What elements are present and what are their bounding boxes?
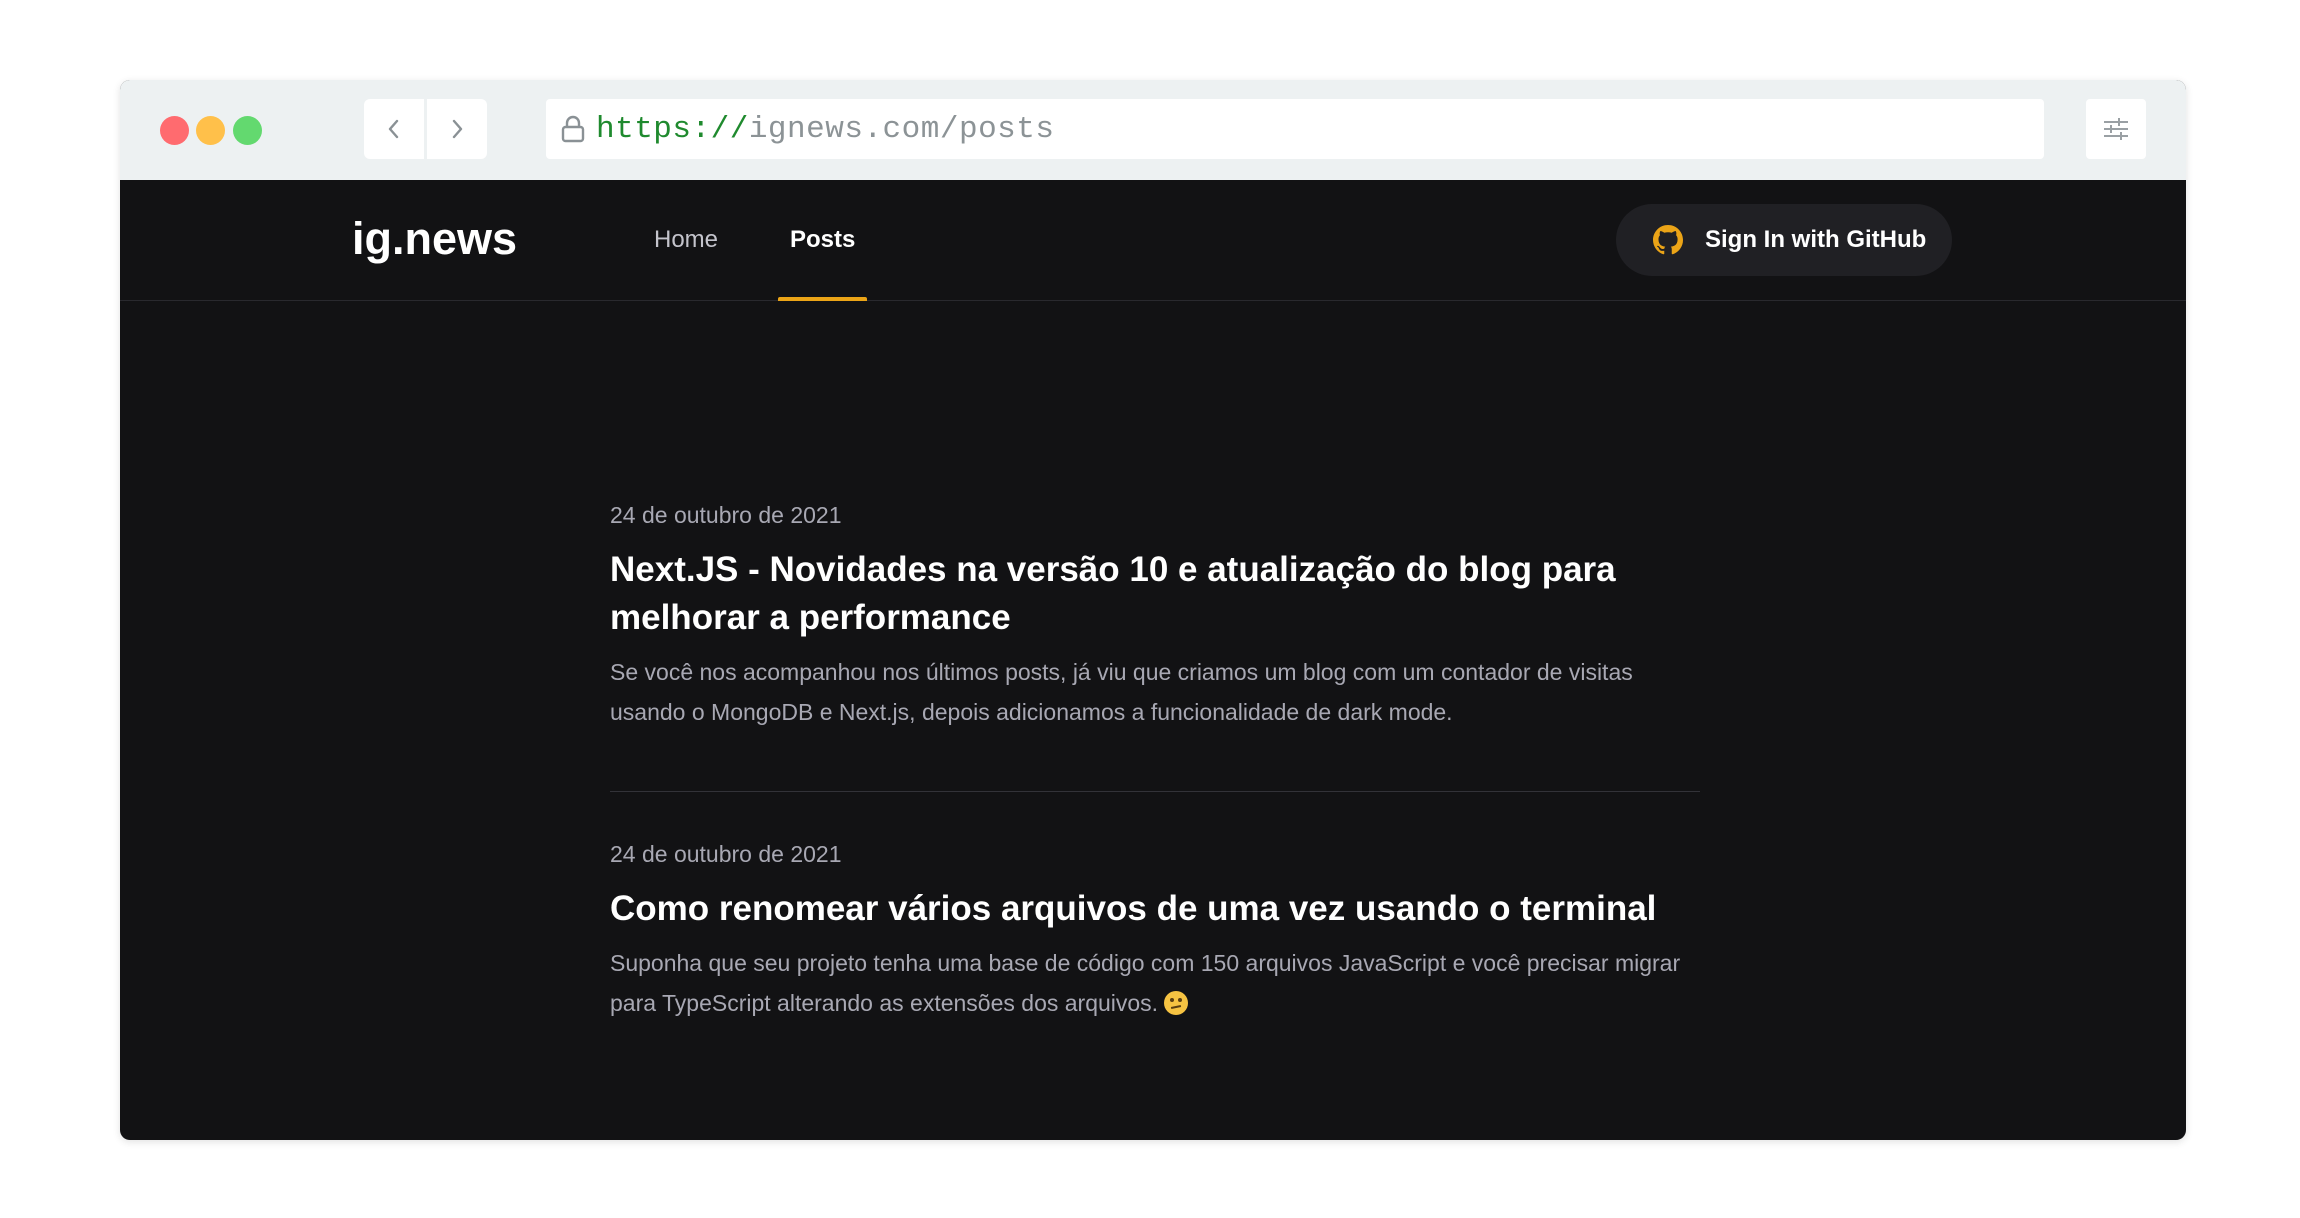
address-bar[interactable]: https://ignews.com/posts [546,99,2044,159]
post-title[interactable]: Next.JS - Novidades na versão 10 e atual… [610,546,1700,642]
url-path: ignews.com/posts [748,111,1055,147]
nav-home-link[interactable]: Home [654,180,718,300]
forward-button[interactable] [427,99,487,159]
post-date: 24 de outubro de 2021 [610,841,842,867]
thinking-face-emoji-icon [1164,991,1189,1015]
sliders-icon [2104,118,2128,140]
url-text: https://ignews.com/posts [596,112,1054,147]
site-header: ig.news Home Posts Sign In with GitHub [120,180,2186,301]
nav-posts-link[interactable]: Posts [777,180,868,301]
post-date: 24 de outubro de 2021 [610,502,842,528]
post-item[interactable]: 24 de outubro de 2021 Como renomear vári… [610,839,1700,1023]
post-divider [610,791,1700,792]
sign-in-github-button[interactable]: Sign In with GitHub [1616,204,1952,276]
post-excerpt: Se você nos acompanhou nos últimos posts… [610,659,1633,725]
site-logo[interactable]: ig.news [352,180,517,300]
post-excerpt-container: Suponha que seu projeto tenha uma base d… [610,943,1700,1023]
url-scheme: https:// [596,111,749,147]
browser-toolbar: https://ignews.com/posts [120,80,2186,180]
browser-settings-button[interactable] [2086,99,2146,159]
close-window-button[interactable] [160,116,189,145]
browser-window: https://ignews.com/posts ig.news Home Po… [120,80,2186,1140]
maximize-window-button[interactable] [233,116,262,145]
chevron-left-icon [388,119,399,139]
github-icon [1652,224,1684,256]
chevron-right-icon [452,119,463,139]
post-item[interactable]: 24 de outubro de 2021 Next.JS - Novidade… [610,500,1700,732]
minimize-window-button[interactable] [196,116,225,145]
post-excerpt: Suponha que seu projeto tenha uma base d… [610,950,1681,1016]
lock-icon [558,113,588,145]
sign-in-label: Sign In with GitHub [1705,226,1927,253]
post-title[interactable]: Como renomear vários arquivos de uma vez… [610,885,1700,933]
back-button[interactable] [364,99,424,159]
